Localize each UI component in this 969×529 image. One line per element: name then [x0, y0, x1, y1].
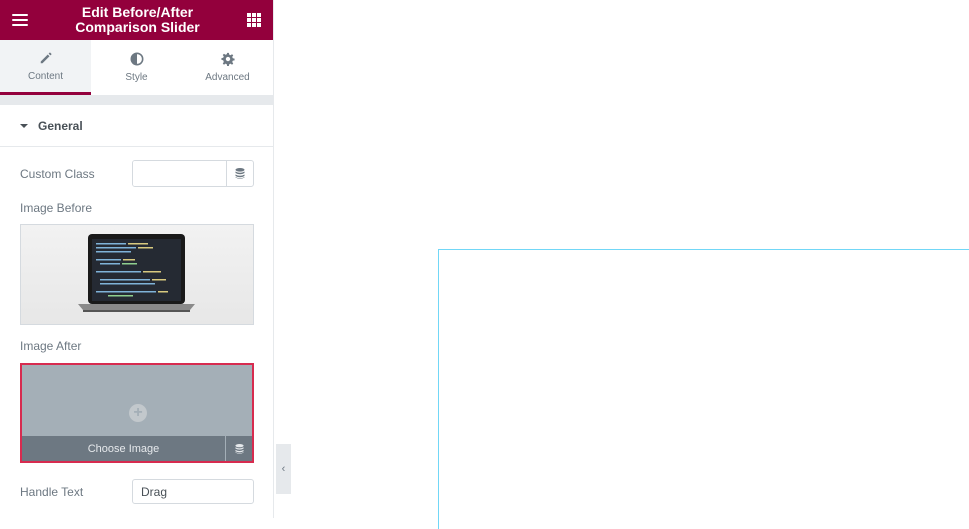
tab-content[interactable]: Content: [0, 40, 91, 95]
plus-icon: +: [129, 404, 147, 422]
custom-class-row: Custom Class: [20, 160, 254, 187]
dynamic-tags-button[interactable]: [226, 161, 253, 186]
custom-class-label: Custom Class: [20, 166, 95, 181]
database-icon: [234, 443, 244, 454]
tab-style[interactable]: Style: [91, 40, 182, 95]
laptop-image: [78, 234, 195, 312]
handle-text-label: Handle Text: [20, 484, 84, 499]
caret-down-icon: [20, 123, 28, 128]
image-before-label: Image Before: [20, 201, 93, 215]
handle-text-row: Handle Text: [20, 479, 254, 504]
collapse-panel-button[interactable]: ‹: [276, 444, 291, 494]
section-general-toggle[interactable]: General: [0, 105, 273, 147]
image-dynamic-tags-button[interactable]: [225, 436, 252, 461]
image-after-picker[interactable]: + Choose Image: [20, 363, 254, 463]
separator: [0, 95, 273, 105]
preview-widget-outline[interactable]: [438, 249, 969, 529]
choose-image-button[interactable]: Choose Image: [22, 436, 225, 461]
pencil-icon: [40, 51, 52, 63]
editor-panel: Edit Before/After Comparison Slider Cont…: [0, 0, 274, 518]
tab-advanced-label: Advanced: [205, 72, 250, 83]
database-icon: [235, 168, 245, 179]
grid-icon[interactable]: [247, 13, 261, 27]
hamburger-icon[interactable]: [12, 14, 28, 26]
image-before-picker[interactable]: [20, 224, 254, 325]
tab-content-label: Content: [27, 70, 64, 82]
half-circle-icon: [130, 52, 143, 66]
section-title: General: [38, 118, 83, 133]
tab-style-label: Style: [125, 72, 148, 83]
handle-text-input[interactable]: [132, 479, 254, 504]
chevron-left-icon: ‹: [281, 463, 286, 475]
image-after-label: Image After: [20, 339, 82, 353]
choose-image-bar: Choose Image: [22, 436, 252, 461]
panel-tabs: Content Style Advanced: [0, 40, 273, 95]
panel-title-line1: Edit Before/After: [81, 4, 194, 20]
panel-title-line2: Comparison Slider: [75, 19, 200, 35]
panel-header: Edit Before/After Comparison Slider: [0, 0, 273, 40]
tab-advanced[interactable]: Advanced: [182, 40, 273, 95]
custom-class-control: [132, 160, 254, 187]
custom-class-input[interactable]: [133, 161, 226, 186]
panel-title: Edit Before/After Comparison Slider: [28, 5, 247, 35]
gear-icon: [220, 52, 235, 66]
